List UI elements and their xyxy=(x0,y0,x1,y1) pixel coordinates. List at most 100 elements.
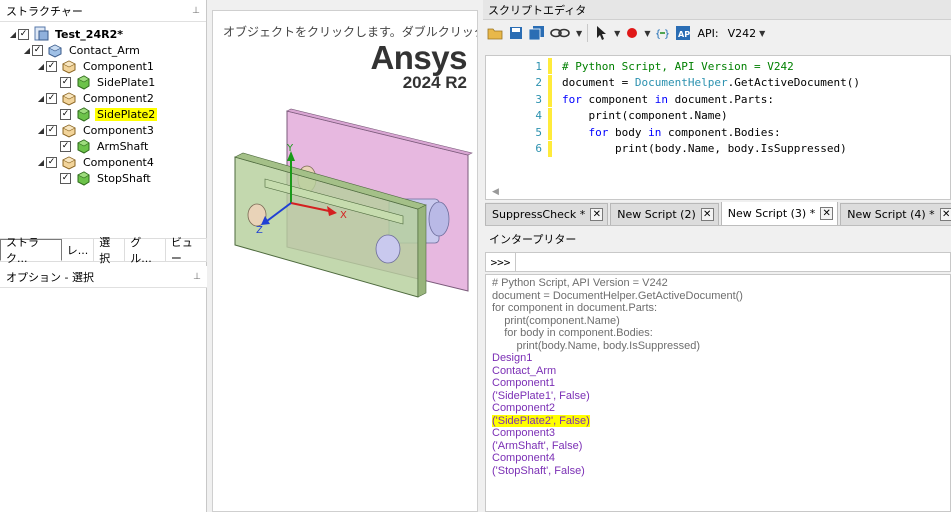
tree-item-sideplate1[interactable]: ✓ SidePlate1 xyxy=(50,74,157,90)
line-number: 2 xyxy=(535,76,542,89)
svg-text:AP: AP xyxy=(678,30,690,39)
expand-toggle-icon[interactable]: ◢ xyxy=(22,46,32,55)
link-icon[interactable] xyxy=(549,24,573,42)
code-token: for xyxy=(588,125,609,139)
code-token: component.Bodies: xyxy=(661,125,781,139)
panel-tab-1[interactable]: レ... xyxy=(62,239,95,261)
line-number: 5 xyxy=(535,125,542,139)
tree-item-component1[interactable]: ◢ ✓ Component1 xyxy=(36,58,156,74)
expand-toggle-icon[interactable]: ◢ xyxy=(36,158,46,167)
tree-item-contact-arm[interactable]: ◢ ✓ Contact_Arm xyxy=(22,42,142,58)
output-line: document = DocumentHelper.GetActiveDocum… xyxy=(492,289,743,302)
tree-item-label: StopShaft xyxy=(97,171,151,185)
axis-z-label: Z xyxy=(256,225,263,236)
tree-item-component2[interactable]: ◢ ✓ Component2 xyxy=(36,90,156,106)
tree-item-component3[interactable]: ◢ ✓ Component3 xyxy=(36,122,156,138)
visibility-checkbox[interactable]: ✓ xyxy=(18,28,29,40)
step-icon[interactable]: {} xyxy=(653,24,671,42)
api-icon[interactable]: AP xyxy=(674,24,692,42)
structure-panel-header: ストラクチャー ⊥ xyxy=(0,0,206,22)
select-dropdown-icon[interactable]: ▼ xyxy=(614,29,620,38)
code-line[interactable]: 5 for body in component.Bodies: xyxy=(486,124,781,140)
structure-tree: ◢ ✓ Test_24R2* ◢ ✓ Contact_Arm ◢ ✓ Component1 ✓ Si… xyxy=(0,22,206,222)
visibility-checkbox[interactable]: ✓ xyxy=(46,124,57,136)
expand-toggle-icon[interactable]: ◢ xyxy=(36,126,46,135)
expand-toggle-icon[interactable]: ◢ xyxy=(36,62,46,71)
changed-line-marker xyxy=(548,140,552,157)
api-version-select[interactable]: V242 xyxy=(728,27,757,40)
code-line[interactable]: 3 for component in document.Parts: xyxy=(486,91,774,107)
visibility-checkbox[interactable]: ✓ xyxy=(60,76,71,88)
breakpoint-dropdown-icon[interactable]: ▼ xyxy=(644,29,650,38)
pin-icon[interactable]: ⊥ xyxy=(193,272,201,282)
code-token: # Python Script, API Version = V242 xyxy=(562,59,794,73)
interpreter-input[interactable] xyxy=(516,253,950,271)
scroll-left-icon[interactable]: ◀ xyxy=(492,187,499,197)
tree-item-label: Component4 xyxy=(83,155,154,169)
close-icon[interactable]: ✕ xyxy=(939,208,951,221)
visibility-checkbox[interactable]: ✓ xyxy=(32,44,43,56)
save-all-icon[interactable] xyxy=(528,24,546,42)
tree-item-test-24r2-[interactable]: ◢ ✓ Test_24R2* xyxy=(8,26,125,42)
panel-tab-0[interactable]: ストラク... xyxy=(0,236,62,265)
script-tab-0[interactable]: SuppressCheck * ✕ xyxy=(485,203,609,225)
tree-item-stopshaft[interactable]: ✓ StopShaft xyxy=(50,170,153,186)
code-token: print(component.Name) xyxy=(562,109,728,122)
link-dropdown-icon[interactable]: ▼ xyxy=(576,29,582,38)
changed-line-marker xyxy=(548,91,552,107)
open-folder-icon[interactable] xyxy=(486,24,504,42)
script-tabs: SuppressCheck * ✕ New Script (2) ✕ New Scrip… xyxy=(485,202,951,226)
visibility-checkbox[interactable]: ✓ xyxy=(46,92,57,104)
save-icon[interactable] xyxy=(507,24,525,42)
close-icon[interactable]: ✕ xyxy=(590,208,604,221)
solid-body-icon xyxy=(75,138,91,154)
tree-item-sideplate2[interactable]: ✓ SidePlate2 xyxy=(50,106,158,122)
component-icon xyxy=(61,90,77,106)
panel-tab-2[interactable]: 選択 xyxy=(94,236,126,265)
tree-item-component4[interactable]: ◢ ✓ Component4 xyxy=(36,154,156,170)
panel-tab-4[interactable]: ビュー xyxy=(166,236,207,265)
code-token: document = xyxy=(562,76,635,89)
interpreter-output: # Python Script, API Version = V242 docum… xyxy=(485,274,951,512)
line-number: 6 xyxy=(535,142,542,155)
script-tab-3[interactable]: New Script (4) * ✕ xyxy=(840,203,951,225)
panel-tab-3[interactable]: グル... xyxy=(125,236,166,265)
visibility-checkbox[interactable]: ✓ xyxy=(60,172,71,184)
code-token: DocumentHelper xyxy=(634,76,728,89)
script-tab-label: New Script (2) xyxy=(617,208,696,221)
script-tab-2[interactable]: New Script (3) * ✕ xyxy=(720,202,839,225)
visibility-checkbox[interactable]: ✓ xyxy=(46,60,57,72)
visibility-checkbox[interactable]: ✓ xyxy=(60,140,71,152)
tree-item-label: SidePlate2 xyxy=(95,107,158,121)
breakpoint-icon[interactable] xyxy=(623,24,641,42)
code-line[interactable]: 2 document = DocumentHelper .GetActiveDocu… xyxy=(486,74,860,91)
document-icon xyxy=(33,26,49,42)
expand-toggle-icon[interactable]: ◢ xyxy=(36,94,46,103)
close-icon[interactable]: ✕ xyxy=(820,207,834,220)
assembly-icon xyxy=(47,42,63,58)
output-line: ('SidePlate1', False) xyxy=(492,389,590,402)
model-scene[interactable]: Y X Z xyxy=(213,11,478,512)
code-editor[interactable]: ◀ 1 # Python Script, API Version = V242 2 d… xyxy=(485,55,951,200)
visibility-checkbox[interactable]: ✓ xyxy=(60,108,71,120)
script-tab-label: New Script (4) * xyxy=(847,208,935,221)
code-line[interactable]: 4 print(component.Name) xyxy=(486,107,728,124)
close-icon[interactable]: ✕ xyxy=(700,208,714,221)
script-tab-1[interactable]: New Script (2) ✕ xyxy=(610,203,719,225)
expand-toggle-icon[interactable]: ◢ xyxy=(8,30,18,39)
structure-bottom-tabs: ストラク... レ... 選択 グル... ビュー xyxy=(0,236,207,265)
code-line[interactable]: 6 print(body.Name, body.IsSuppressed) xyxy=(486,140,847,157)
output-line: ('SidePlate2', False) xyxy=(492,414,590,427)
tree-item-armshaft[interactable]: ✓ ArmShaft xyxy=(50,138,150,154)
code-line[interactable]: 1 # Python Script, API Version = V242 xyxy=(486,58,794,74)
api-version-dropdown-icon[interactable]: ▼ xyxy=(759,29,765,38)
output-line: ('StopShaft', False) xyxy=(492,464,585,477)
pin-icon[interactable]: ⊥ xyxy=(192,6,200,16)
output-line: Component1 xyxy=(492,377,555,389)
changed-line-marker xyxy=(548,58,552,74)
app-window: ストラクチャー ⊥ ◢ ✓ Test_24R2* ◢ ✓ Contact_Arm ◢ ✓ Com… xyxy=(0,0,951,512)
graphics-viewport[interactable]: オブジェクトをクリックします。ダブルクリックして Ansys 2024 R2 xyxy=(212,10,478,512)
visibility-checkbox[interactable]: ✓ xyxy=(46,156,57,168)
sideplate2-side-edge xyxy=(417,204,427,298)
select-pointer-icon[interactable] xyxy=(593,24,611,42)
